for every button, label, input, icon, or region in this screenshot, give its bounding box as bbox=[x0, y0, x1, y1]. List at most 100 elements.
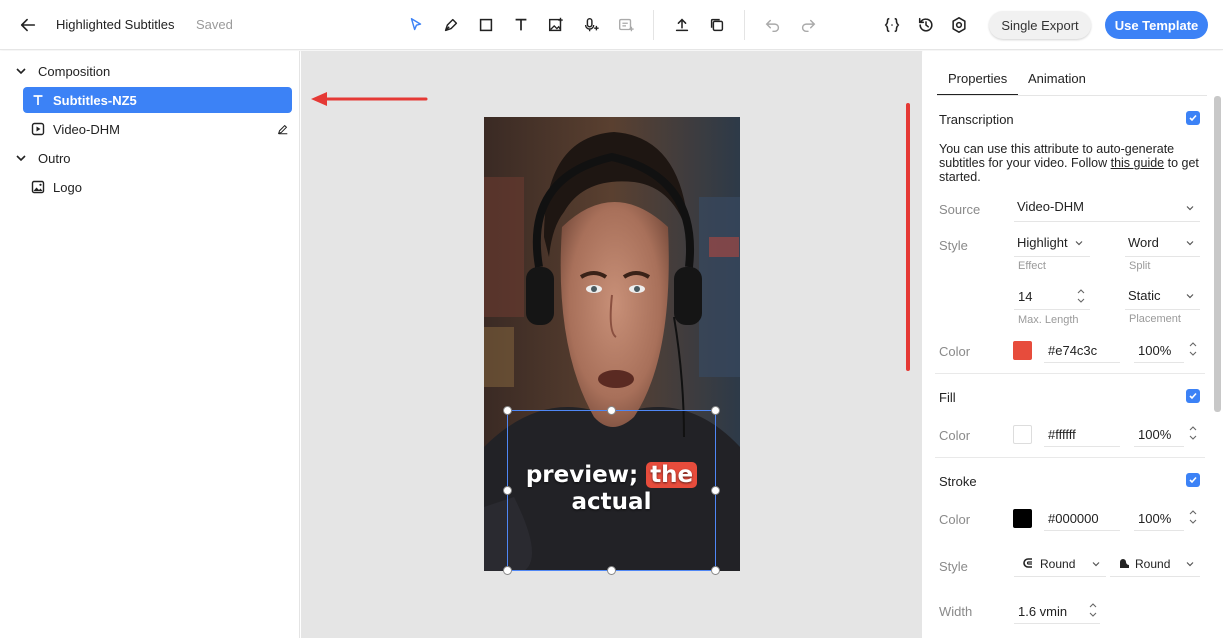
placement-select[interactable]: Static bbox=[1128, 288, 1161, 303]
chevron-down-icon[interactable] bbox=[1074, 238, 1084, 248]
stepper-arrows-icon[interactable] bbox=[1076, 287, 1086, 305]
resize-handle[interactable] bbox=[711, 566, 720, 575]
max-length-sublabel: Max. Length bbox=[1018, 314, 1079, 326]
tree-item-label: Subtitles-NZ5 bbox=[53, 92, 137, 108]
source-label: Source bbox=[939, 202, 981, 217]
checkmark-icon bbox=[1189, 476, 1197, 484]
chevron-down-icon[interactable] bbox=[14, 151, 28, 165]
tree-item-label: Logo bbox=[53, 179, 82, 195]
stroke-style-label: Style bbox=[939, 559, 968, 574]
single-export-button[interactable]: Single Export bbox=[989, 11, 1091, 39]
highlight-color-hex-input[interactable]: #e74c3c bbox=[1048, 343, 1097, 358]
stroke-color-swatch[interactable] bbox=[1013, 509, 1032, 528]
stepper-arrows-icon[interactable] bbox=[1188, 508, 1198, 526]
add-audio-icon[interactable] bbox=[579, 13, 603, 37]
stepper-arrows-icon[interactable] bbox=[1188, 340, 1198, 358]
tree-group-composition[interactable]: Composition bbox=[14, 58, 110, 84]
chevron-down-icon[interactable] bbox=[1185, 238, 1195, 248]
resize-handle[interactable] bbox=[607, 406, 616, 415]
transcription-checkbox[interactable] bbox=[1186, 111, 1200, 125]
pen-tool-icon[interactable] bbox=[439, 13, 463, 37]
back-arrow-icon[interactable] bbox=[16, 13, 40, 37]
stroke-width-input[interactable]: 1.6 vmin bbox=[1018, 604, 1067, 619]
resize-handle[interactable] bbox=[503, 566, 512, 575]
project-title[interactable]: Highlighted Subtitles bbox=[56, 17, 175, 32]
caption-word: preview; bbox=[525, 462, 639, 488]
transcription-title: Transcription bbox=[939, 112, 1014, 127]
fill-checkbox[interactable] bbox=[1186, 389, 1200, 403]
tree-item-label: Composition bbox=[38, 63, 111, 79]
effect-select[interactable]: Highlight bbox=[1017, 235, 1068, 250]
split-sublabel: Split bbox=[1129, 260, 1151, 272]
line-join-round-icon bbox=[1120, 559, 1129, 568]
duplicate-icon[interactable] bbox=[705, 13, 729, 37]
placement-sublabel: Placement bbox=[1129, 313, 1181, 325]
chevron-down-icon[interactable] bbox=[1185, 559, 1195, 569]
text-element-icon bbox=[33, 95, 43, 105]
annotation-marker-line bbox=[906, 103, 910, 371]
tree-group-outro[interactable]: Outro bbox=[14, 145, 71, 171]
fill-title: Fill bbox=[939, 390, 956, 405]
undo-icon[interactable] bbox=[761, 13, 785, 37]
stepper-arrows-icon[interactable] bbox=[1188, 424, 1198, 442]
stepper-arrows-icon[interactable] bbox=[1088, 601, 1098, 619]
select-cursor-icon[interactable] bbox=[404, 13, 428, 37]
resize-handle[interactable] bbox=[503, 406, 512, 415]
checkmark-icon bbox=[1189, 392, 1197, 400]
panel-scrollbar[interactable] bbox=[1214, 96, 1221, 412]
line-cap-select[interactable]: Round bbox=[1040, 557, 1075, 571]
fill-color-label: Color bbox=[939, 428, 971, 443]
stroke-title: Stroke bbox=[939, 474, 977, 489]
upload-icon[interactable] bbox=[670, 13, 694, 37]
image-element-icon bbox=[31, 180, 45, 194]
tab-animation[interactable]: Animation bbox=[1028, 71, 1086, 86]
top-toolbar: Highlighted Subtitles Saved Single Expor… bbox=[0, 0, 1223, 50]
stroke-color-hex-input[interactable]: #000000 bbox=[1048, 511, 1099, 526]
caption-highlighted-word: the bbox=[646, 462, 698, 488]
redo-icon[interactable] bbox=[796, 13, 820, 37]
code-braces-icon[interactable] bbox=[880, 13, 904, 37]
use-template-button[interactable]: Use Template bbox=[1105, 11, 1208, 39]
tree-item-label: Video-DHM bbox=[53, 121, 120, 137]
resize-handle[interactable] bbox=[607, 566, 616, 575]
line-join-select[interactable]: Round bbox=[1135, 557, 1170, 571]
transcription-description: You can use this attribute to auto-gener… bbox=[939, 142, 1199, 184]
stroke-checkbox[interactable] bbox=[1186, 473, 1200, 487]
tree-item-subtitles[interactable]: Subtitles-NZ5 bbox=[23, 87, 292, 113]
style-label: Style bbox=[939, 238, 968, 253]
chevron-down-icon[interactable] bbox=[1185, 203, 1195, 213]
tree-item-video[interactable]: Video-DHM bbox=[31, 116, 293, 142]
stroke-color-label: Color bbox=[939, 512, 971, 527]
split-select[interactable]: Word bbox=[1128, 235, 1159, 250]
max-length-input[interactable]: 14 bbox=[1018, 289, 1032, 304]
history-icon[interactable] bbox=[914, 13, 938, 37]
chevron-down-icon[interactable] bbox=[1091, 559, 1101, 569]
settings-gear-icon[interactable] bbox=[947, 13, 971, 37]
caption-word: actual bbox=[571, 489, 652, 515]
tab-properties[interactable]: Properties bbox=[948, 71, 1007, 86]
edit-pencil-icon[interactable] bbox=[277, 123, 289, 135]
stroke-width-label: Width bbox=[939, 604, 973, 619]
fill-color-swatch[interactable] bbox=[1013, 425, 1032, 444]
annotation-arrow-icon bbox=[311, 92, 428, 106]
highlight-color-swatch[interactable] bbox=[1013, 341, 1032, 360]
source-select[interactable]: Video-DHM bbox=[1017, 199, 1084, 214]
resize-handle[interactable] bbox=[711, 406, 720, 415]
video-element-icon bbox=[31, 122, 45, 136]
save-status: Saved bbox=[196, 17, 233, 32]
rectangle-tool-icon[interactable] bbox=[474, 13, 498, 37]
chevron-down-icon[interactable] bbox=[1185, 291, 1195, 301]
add-image-icon[interactable] bbox=[544, 13, 568, 37]
subtitle-caption: preview; the actual bbox=[507, 462, 716, 516]
line-cap-round-icon bbox=[1023, 558, 1032, 568]
add-element-icon[interactable] bbox=[614, 13, 638, 37]
guide-link[interactable]: this guide bbox=[1111, 156, 1165, 170]
chevron-down-icon[interactable] bbox=[14, 64, 28, 78]
checkmark-icon bbox=[1189, 114, 1197, 122]
text-tool-icon[interactable] bbox=[509, 13, 533, 37]
fill-color-hex-input[interactable]: #ffffff bbox=[1048, 427, 1076, 442]
highlight-opacity-input[interactable]: 100% bbox=[1138, 343, 1171, 358]
stroke-opacity-input[interactable]: 100% bbox=[1138, 511, 1171, 526]
fill-opacity-input[interactable]: 100% bbox=[1138, 427, 1171, 442]
tree-item-logo[interactable]: Logo bbox=[31, 174, 82, 200]
